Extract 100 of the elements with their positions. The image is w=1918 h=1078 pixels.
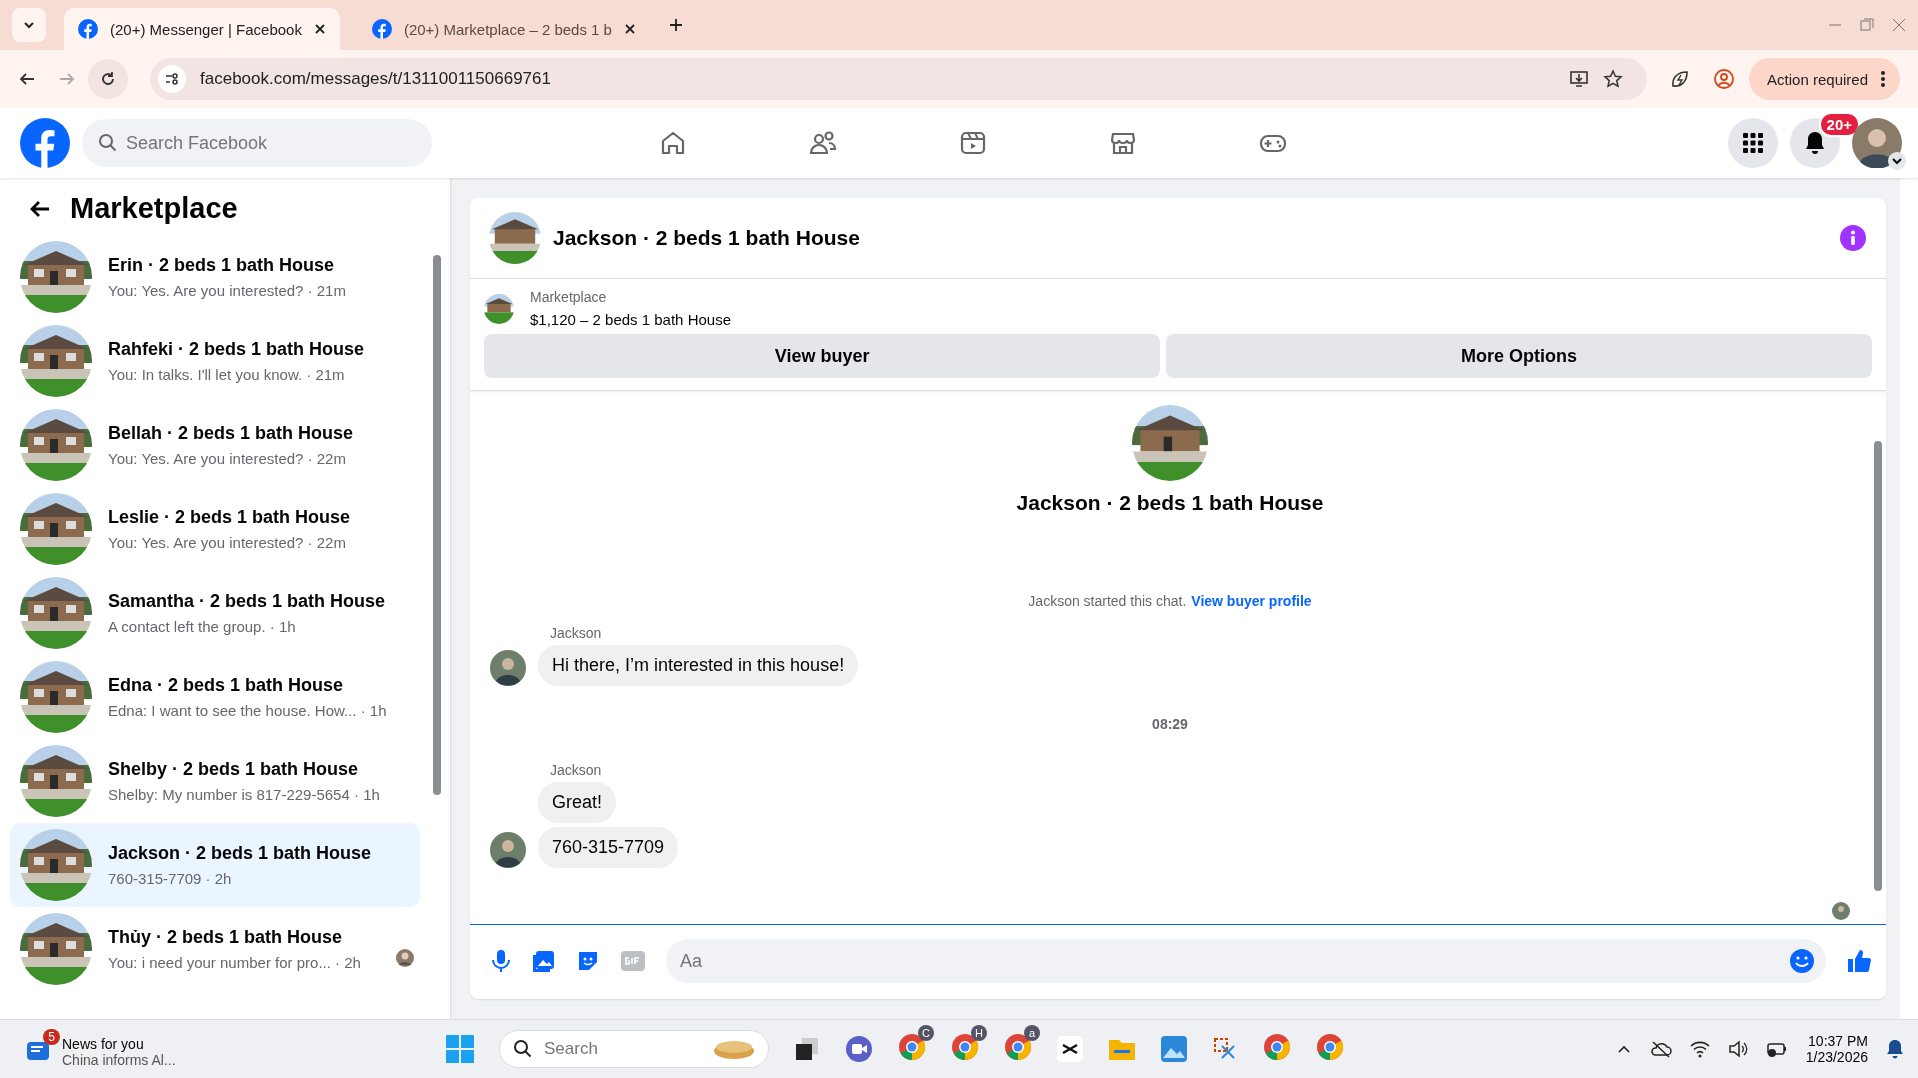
tab-search-button[interactable] [12,8,46,42]
emoji-icon[interactable] [1790,949,1814,973]
tab-title: (20+) Marketplace – 2 beds 1 b [403,20,612,38]
news-badge: 5 [43,1029,60,1045]
new-tab-icon[interactable] [667,17,684,33]
conversation-item[interactable]: Jackson · 2 beds 1 bath House 760-315-7709 · 2h [10,823,420,907]
avatar-silhouette-icon[interactable] [1852,118,1902,168]
photo-icon[interactable] [532,949,556,973]
task-view-icon[interactable] [794,1036,820,1062]
listing-source: Marketplace [530,289,608,305]
sticker-icon[interactable] [576,949,600,973]
clock[interactable]: 10:37 PM 1/23/2026 [1805,1033,1868,1065]
star-icon[interactable] [1603,69,1624,89]
speaker-icon[interactable] [1727,1040,1748,1058]
sender-name: Jackson [549,762,603,778]
house-photo [20,829,92,901]
house-photo [20,913,92,985]
facebook-logo-icon[interactable] [20,118,70,168]
grid-icon [1742,132,1764,154]
profile-badge: C [918,1025,934,1041]
battery-icon[interactable] [1765,1040,1788,1058]
news-widget[interactable]: 5 News for you China informs Al... [26,1026,446,1072]
house-photo [489,212,541,264]
conversation-preview: You: Yes. Are you interested? · 21m [108,282,346,299]
message-bubble: Hi there, I’m interested in this house! [538,645,859,686]
conversation-item[interactable]: Edna · 2 beds 1 bath House Edna: I want to see the house. How... · 1h [10,655,420,739]
house-photo [20,577,92,649]
reload-icon [99,70,117,88]
browser-tab[interactable]: (20+) Messenger | Facebook [64,8,340,50]
conversation-title: Shelby · 2 beds 1 bath House [108,759,360,780]
conversation-preview: You: In talks. I'll let you know. · 21m [108,366,346,383]
start-icon[interactable] [446,1035,474,1063]
chevron-down-icon[interactable] [1888,152,1906,170]
browser-tab[interactable]: (20+) Marketplace – 2 beds 1 b [357,8,650,50]
site-settings-icon[interactable] [158,65,186,93]
conversation-item[interactable]: Erin · 2 beds 1 bath House You: Yes. Are you interested? · 21m [10,235,420,319]
house-photo [20,661,92,733]
listing-action-button[interactable]: More Options [1166,334,1872,378]
sidebar-title: Marketplace [70,192,238,225]
search-field[interactable]: Search Facebook [82,119,432,167]
close-icon[interactable] [313,23,326,35]
tab-title: (20+) Messenger | Facebook [110,20,302,38]
conversation-preview: A contact left the group. · 1h [108,618,297,635]
profile-icon[interactable] [1713,68,1736,90]
conversation-item[interactable]: Rahfeki · 2 beds 1 bath House You: In talks. I'll let you know. · 21m [10,319,420,403]
message-field[interactable]: Aa [666,939,1826,983]
message-timestamp: 08:29 [1152,716,1188,732]
house-photo [20,493,92,565]
chrome-icon[interactable] [1263,1033,1291,1061]
conversation-item[interactable]: Bellah · 2 beds 1 bath House You: Yes. Are you interested? · 22m [10,403,420,487]
intro-title: Jackson · 2 beds 1 bath House [1016,491,1324,515]
news-title: News for you [62,1036,145,1052]
taskbar-search-field[interactable]: Search [499,1030,769,1068]
bell-icon [1804,131,1826,155]
conversation-item[interactable]: Shelby · 2 beds 1 bath House Shelby: My number is 817-229-5654 · 1h [10,739,420,823]
search-icon [98,133,118,153]
conversation-title: Thủy · 2 beds 1 bath House [108,927,344,948]
conversation-item[interactable]: Samantha · 2 beds 1 bath House A contact left the group. · 1h [10,571,420,655]
menu-button[interactable] [1728,118,1778,168]
conversation-preview: Shelby: My number is 817-229-5654 · 1h [108,786,380,803]
address-field[interactable]: facebook.com/messages/t/1311001150669761 [150,58,1648,100]
conversation-title: Erin · 2 beds 1 bath House [108,255,336,276]
chat-started-text: Jackson started this chat. [1028,593,1187,609]
conversation-preview: You: Yes. Are you interested? · 22m [108,534,347,551]
facebook-logo-icon [78,19,98,39]
cloud-off-icon[interactable] [1649,1040,1672,1058]
news-subtitle: China informs Al... [62,1052,176,1068]
capcut-icon[interactable] [1057,1036,1083,1062]
thumbs-up-icon[interactable] [1846,948,1872,974]
chrome-icon[interactable] [1316,1033,1344,1061]
house-photo [20,241,92,313]
view-buyer-profile-link[interactable]: View buyer profile [1191,593,1312,609]
more-icon [1880,70,1886,88]
sender-name: Jackson [549,625,603,641]
conversation-preview: 760-315-7709 · 2h [108,870,233,887]
wifi-icon[interactable] [1689,1040,1710,1058]
avatar-silhouette-icon [490,650,526,686]
search-icon [513,1039,533,1059]
message-bubble: 760-315-7709 [538,827,679,868]
microphone-icon[interactable] [490,949,512,973]
read-receipt-icon [1832,902,1850,920]
close-window-icon[interactable] [1892,18,1906,32]
conversation-title: Rahfeki · 2 beds 1 bath House [108,339,365,360]
action-required-button[interactable]: Action required [1749,58,1900,100]
notification-bell-icon[interactable] [1886,1039,1904,1059]
conversation-item[interactable]: Leslie · 2 beds 1 bath House You: Yes. Are you interested? · 22m [10,487,420,571]
conversation-item[interactable]: Thủy · 2 beds 1 bath House You: i need your number for pro... · 2h [10,907,420,991]
close-icon[interactable] [623,23,636,35]
info-icon[interactable] [1840,225,1866,251]
video-call-icon[interactable] [845,1035,873,1063]
reload-button[interactable] [88,59,128,99]
photos-icon[interactable] [1161,1036,1187,1062]
listing-action-button[interactable]: View buyer [484,334,1161,378]
profile-badge: H [971,1025,987,1041]
house-photo [20,409,92,481]
house-photo [20,745,92,817]
conversation-preview: You: Yes. Are you interested? · 22m [108,450,347,467]
conversation-title: Leslie · 2 beds 1 bath House [108,507,351,528]
conversation-preview: You: i need your number for pro... · 2h [108,954,361,971]
install-icon[interactable] [1569,69,1590,89]
